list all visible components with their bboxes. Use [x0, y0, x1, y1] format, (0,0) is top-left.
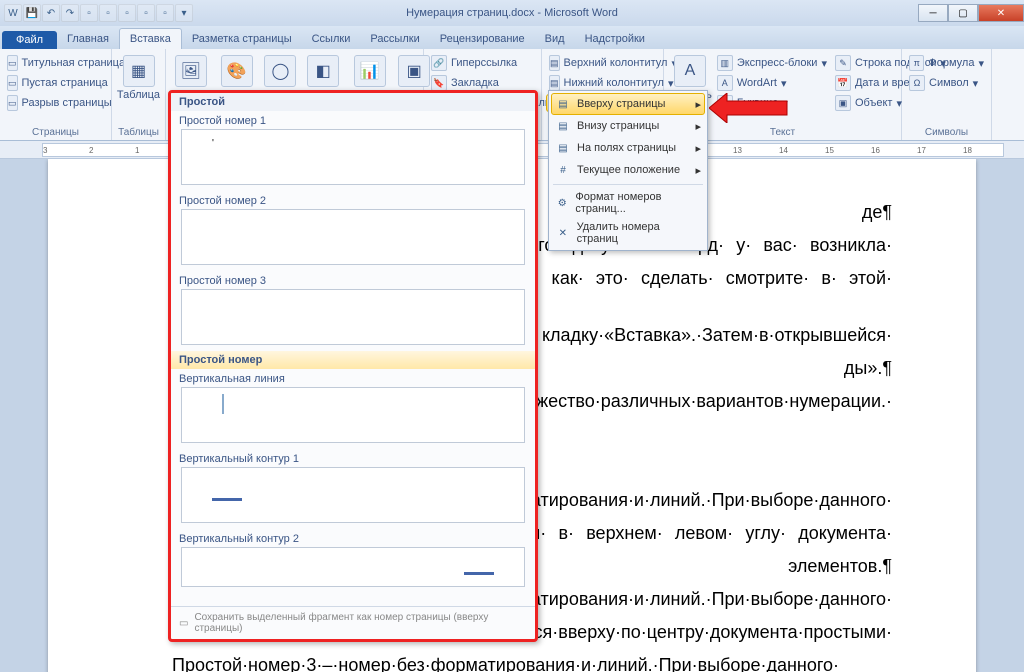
wordart-button[interactable]: AWordArt▾ — [714, 74, 830, 92]
hyperlink-button[interactable]: 🔗Гиперссылка — [428, 54, 537, 72]
file-tab[interactable]: Файл — [2, 31, 57, 49]
window-title: Нумерация страниц.docx - Microsoft Word — [406, 7, 618, 19]
gallery-item-label: Простой номер 1 — [171, 111, 535, 129]
format-icon: ⚙ — [555, 195, 569, 211]
page-number-submenu: ▤Вверху страницы▸ ▤Внизу страницы▸ ▤На п… — [548, 90, 708, 251]
tab-layout[interactable]: Разметка страницы — [182, 29, 302, 49]
gallery-item-label: Вертикальный контур 1 — [171, 449, 535, 467]
qat-dropdown-icon[interactable]: ▾ — [175, 4, 193, 22]
tab-review[interactable]: Рецензирование — [430, 29, 535, 49]
quickparts-button[interactable]: ▥Экспресс-блоки▾ — [714, 54, 830, 72]
undo-icon[interactable]: ↶ — [42, 4, 60, 22]
submenu-page-margins[interactable]: ▤На полях страницы▸ — [551, 137, 705, 159]
close-button[interactable]: ✕ — [978, 4, 1024, 22]
gallery-header: Простой номер — [171, 351, 535, 369]
symbol-button[interactable]: ΩСимвол▾ — [906, 74, 987, 92]
tab-home[interactable]: Главная — [57, 29, 119, 49]
save-icon[interactable]: 💾 — [23, 4, 41, 22]
submenu-remove-numbers[interactable]: ✕Удалить номера страниц — [551, 218, 705, 248]
gallery-header: Простой — [171, 93, 535, 111]
separator — [553, 184, 703, 185]
qat-icon[interactable]: ▫ — [137, 4, 155, 22]
page-current-icon: # — [555, 162, 571, 178]
tab-view[interactable]: Вид — [535, 29, 575, 49]
page-top-icon: ▤ — [555, 96, 571, 112]
doc-line: Простой·номер·3·–·номер·без·форматирован… — [132, 652, 892, 672]
cover-page-button[interactable]: ▭Титульная страница — [4, 54, 107, 72]
gallery-preview[interactable] — [181, 289, 525, 345]
save-selection-icon: ▭ — [179, 618, 188, 629]
page-margin-icon: ▤ — [555, 140, 571, 156]
gallery-item-label: Простой номер 2 — [171, 191, 535, 209]
word-icon[interactable]: W — [4, 4, 22, 22]
page-break-button[interactable]: ▭Разрыв страницы — [4, 94, 107, 112]
tab-mailings[interactable]: Рассылки — [360, 29, 429, 49]
group-label: Таблицы — [116, 127, 161, 140]
tab-insert[interactable]: Вставка — [119, 28, 182, 49]
maximize-button[interactable]: ▢ — [948, 4, 978, 22]
gallery-item-label: Простой номер 3 — [171, 271, 535, 289]
submenu-top-of-page[interactable]: ▤Вверху страницы▸ — [551, 93, 705, 115]
titlebar: W 💾 ↶ ↷ ▫ ▫ ▫ ▫ ▫ ▾ Нумерация страниц.do… — [0, 0, 1024, 26]
submenu-format-numbers[interactable]: ⚙Формат номеров страниц... — [551, 188, 705, 218]
gallery-footer[interactable]: ▭Сохранить выделенный фрагмент как номер… — [171, 606, 535, 639]
table-button[interactable]: ▦Таблица — [116, 51, 161, 127]
header-button[interactable]: ▤Верхний колонтитул▾ — [546, 54, 659, 72]
minimize-button[interactable]: ─ — [918, 4, 948, 22]
tab-addins[interactable]: Надстройки — [575, 29, 655, 49]
gallery-preview[interactable] — [181, 387, 525, 443]
gallery-preview[interactable] — [181, 209, 525, 265]
submenu-current-position[interactable]: #Текущее положение▸ — [551, 159, 705, 181]
qat-icon[interactable]: ▫ — [156, 4, 174, 22]
submenu-bottom-of-page[interactable]: ▤Внизу страницы▸ — [551, 115, 705, 137]
group-label: Символы — [906, 127, 987, 140]
blank-page-button[interactable]: ▭Пустая страница — [4, 74, 107, 92]
page-bottom-icon: ▤ — [555, 118, 571, 134]
qat-icon[interactable]: ▫ — [99, 4, 117, 22]
ribbon-tabs: Файл Главная Вставка Разметка страницы С… — [0, 26, 1024, 49]
page-number-gallery: Простой Простой номер 1 ' Простой номер … — [168, 90, 538, 642]
annotation-arrow — [709, 93, 789, 123]
gallery-item-label: Вертикальная линия — [171, 369, 535, 387]
redo-icon[interactable]: ↷ — [61, 4, 79, 22]
gallery-preview[interactable] — [181, 467, 525, 523]
quick-access-toolbar: W 💾 ↶ ↷ ▫ ▫ ▫ ▫ ▫ ▾ — [0, 4, 193, 22]
tab-references[interactable]: Ссылки — [302, 29, 361, 49]
gallery-preview[interactable] — [181, 547, 525, 587]
group-label: Страницы — [4, 127, 107, 140]
qat-icon[interactable]: ▫ — [80, 4, 98, 22]
gallery-preview[interactable]: ' — [181, 129, 525, 185]
gallery-item-label: Вертикальный контур 2 — [171, 529, 535, 547]
equation-button[interactable]: πФормула▾ — [906, 54, 987, 72]
qat-icon[interactable]: ▫ — [118, 4, 136, 22]
remove-icon: ✕ — [555, 225, 571, 241]
